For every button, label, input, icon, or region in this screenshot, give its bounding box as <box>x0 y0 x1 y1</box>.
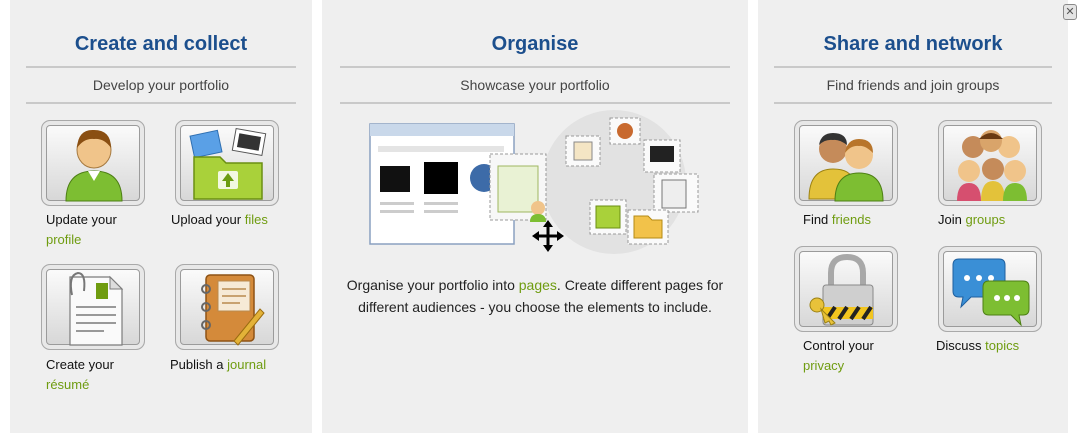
divider <box>774 102 1052 104</box>
control-privacy-tile[interactable] <box>794 246 898 332</box>
files-folder-icon <box>189 127 267 200</box>
panel-title: Organise <box>491 33 579 55</box>
files-link[interactable]: files <box>245 212 268 227</box>
groups-people-icon <box>957 130 1027 201</box>
update-profile-caption: Update your profile <box>46 212 117 247</box>
organise-description: Organise your portfolio into pages. Crea… <box>346 277 724 315</box>
journal-notebook-icon <box>201 274 265 346</box>
groups-link[interactable]: groups <box>965 212 1005 227</box>
share-and-network-panel: Share and network Find friends and join … <box>758 0 1068 433</box>
find-friends-tile[interactable] <box>794 120 898 206</box>
create-and-collect-panel: Create and collect Develop your portfoli… <box>10 0 312 433</box>
join-groups-tile[interactable] <box>938 120 1042 206</box>
close-button[interactable]: ✕ <box>1063 4 1077 20</box>
join-groups-caption: Join groups <box>938 212 1006 227</box>
profile-person-icon <box>65 129 123 202</box>
upload-files-caption: Upload your files <box>171 212 268 227</box>
topics-speech-bubbles-icon <box>952 258 1030 327</box>
divider <box>26 66 296 68</box>
profile-link[interactable]: profile <box>46 232 81 247</box>
organise-panel: Organise Showcase your portfolio Organis… <box>322 0 748 433</box>
find-friends-caption: Find friends <box>803 212 871 227</box>
divider <box>774 66 1052 68</box>
divider <box>26 102 296 104</box>
topics-link[interactable]: topics <box>985 338 1019 353</box>
pages-link[interactable]: pages <box>519 277 557 293</box>
control-privacy-caption: Control your privacy <box>803 338 874 373</box>
portfolio-pages-illustration <box>369 110 699 254</box>
privacy-link[interactable]: privacy <box>803 358 844 373</box>
resume-document-icon <box>69 271 124 346</box>
publish-journal-tile[interactable] <box>175 264 279 350</box>
panel-title: Share and network <box>823 33 1003 55</box>
upload-files-tile[interactable] <box>175 120 279 206</box>
panel-subtitle: Develop your portfolio <box>92 77 230 93</box>
resume-link[interactable]: résumé <box>46 377 89 392</box>
panel-subtitle: Showcase your portfolio <box>460 77 610 93</box>
friends-link[interactable]: friends <box>832 212 871 227</box>
divider <box>340 102 730 104</box>
divider <box>340 66 730 68</box>
create-resume-tile[interactable] <box>41 264 145 350</box>
panel-title: Create and collect <box>74 33 248 55</box>
publish-journal-caption: Publish a journal <box>170 357 267 372</box>
create-resume-caption: Create your résumé <box>46 357 114 392</box>
update-profile-tile[interactable] <box>41 120 145 206</box>
friends-people-icon <box>808 133 884 202</box>
discuss-topics-tile[interactable] <box>938 246 1042 332</box>
panel-subtitle: Find friends and join groups <box>826 77 1000 93</box>
discuss-topics-caption: Discuss topics <box>936 338 1020 353</box>
journal-link[interactable]: journal <box>227 357 266 372</box>
privacy-padlock-icon <box>809 253 874 326</box>
